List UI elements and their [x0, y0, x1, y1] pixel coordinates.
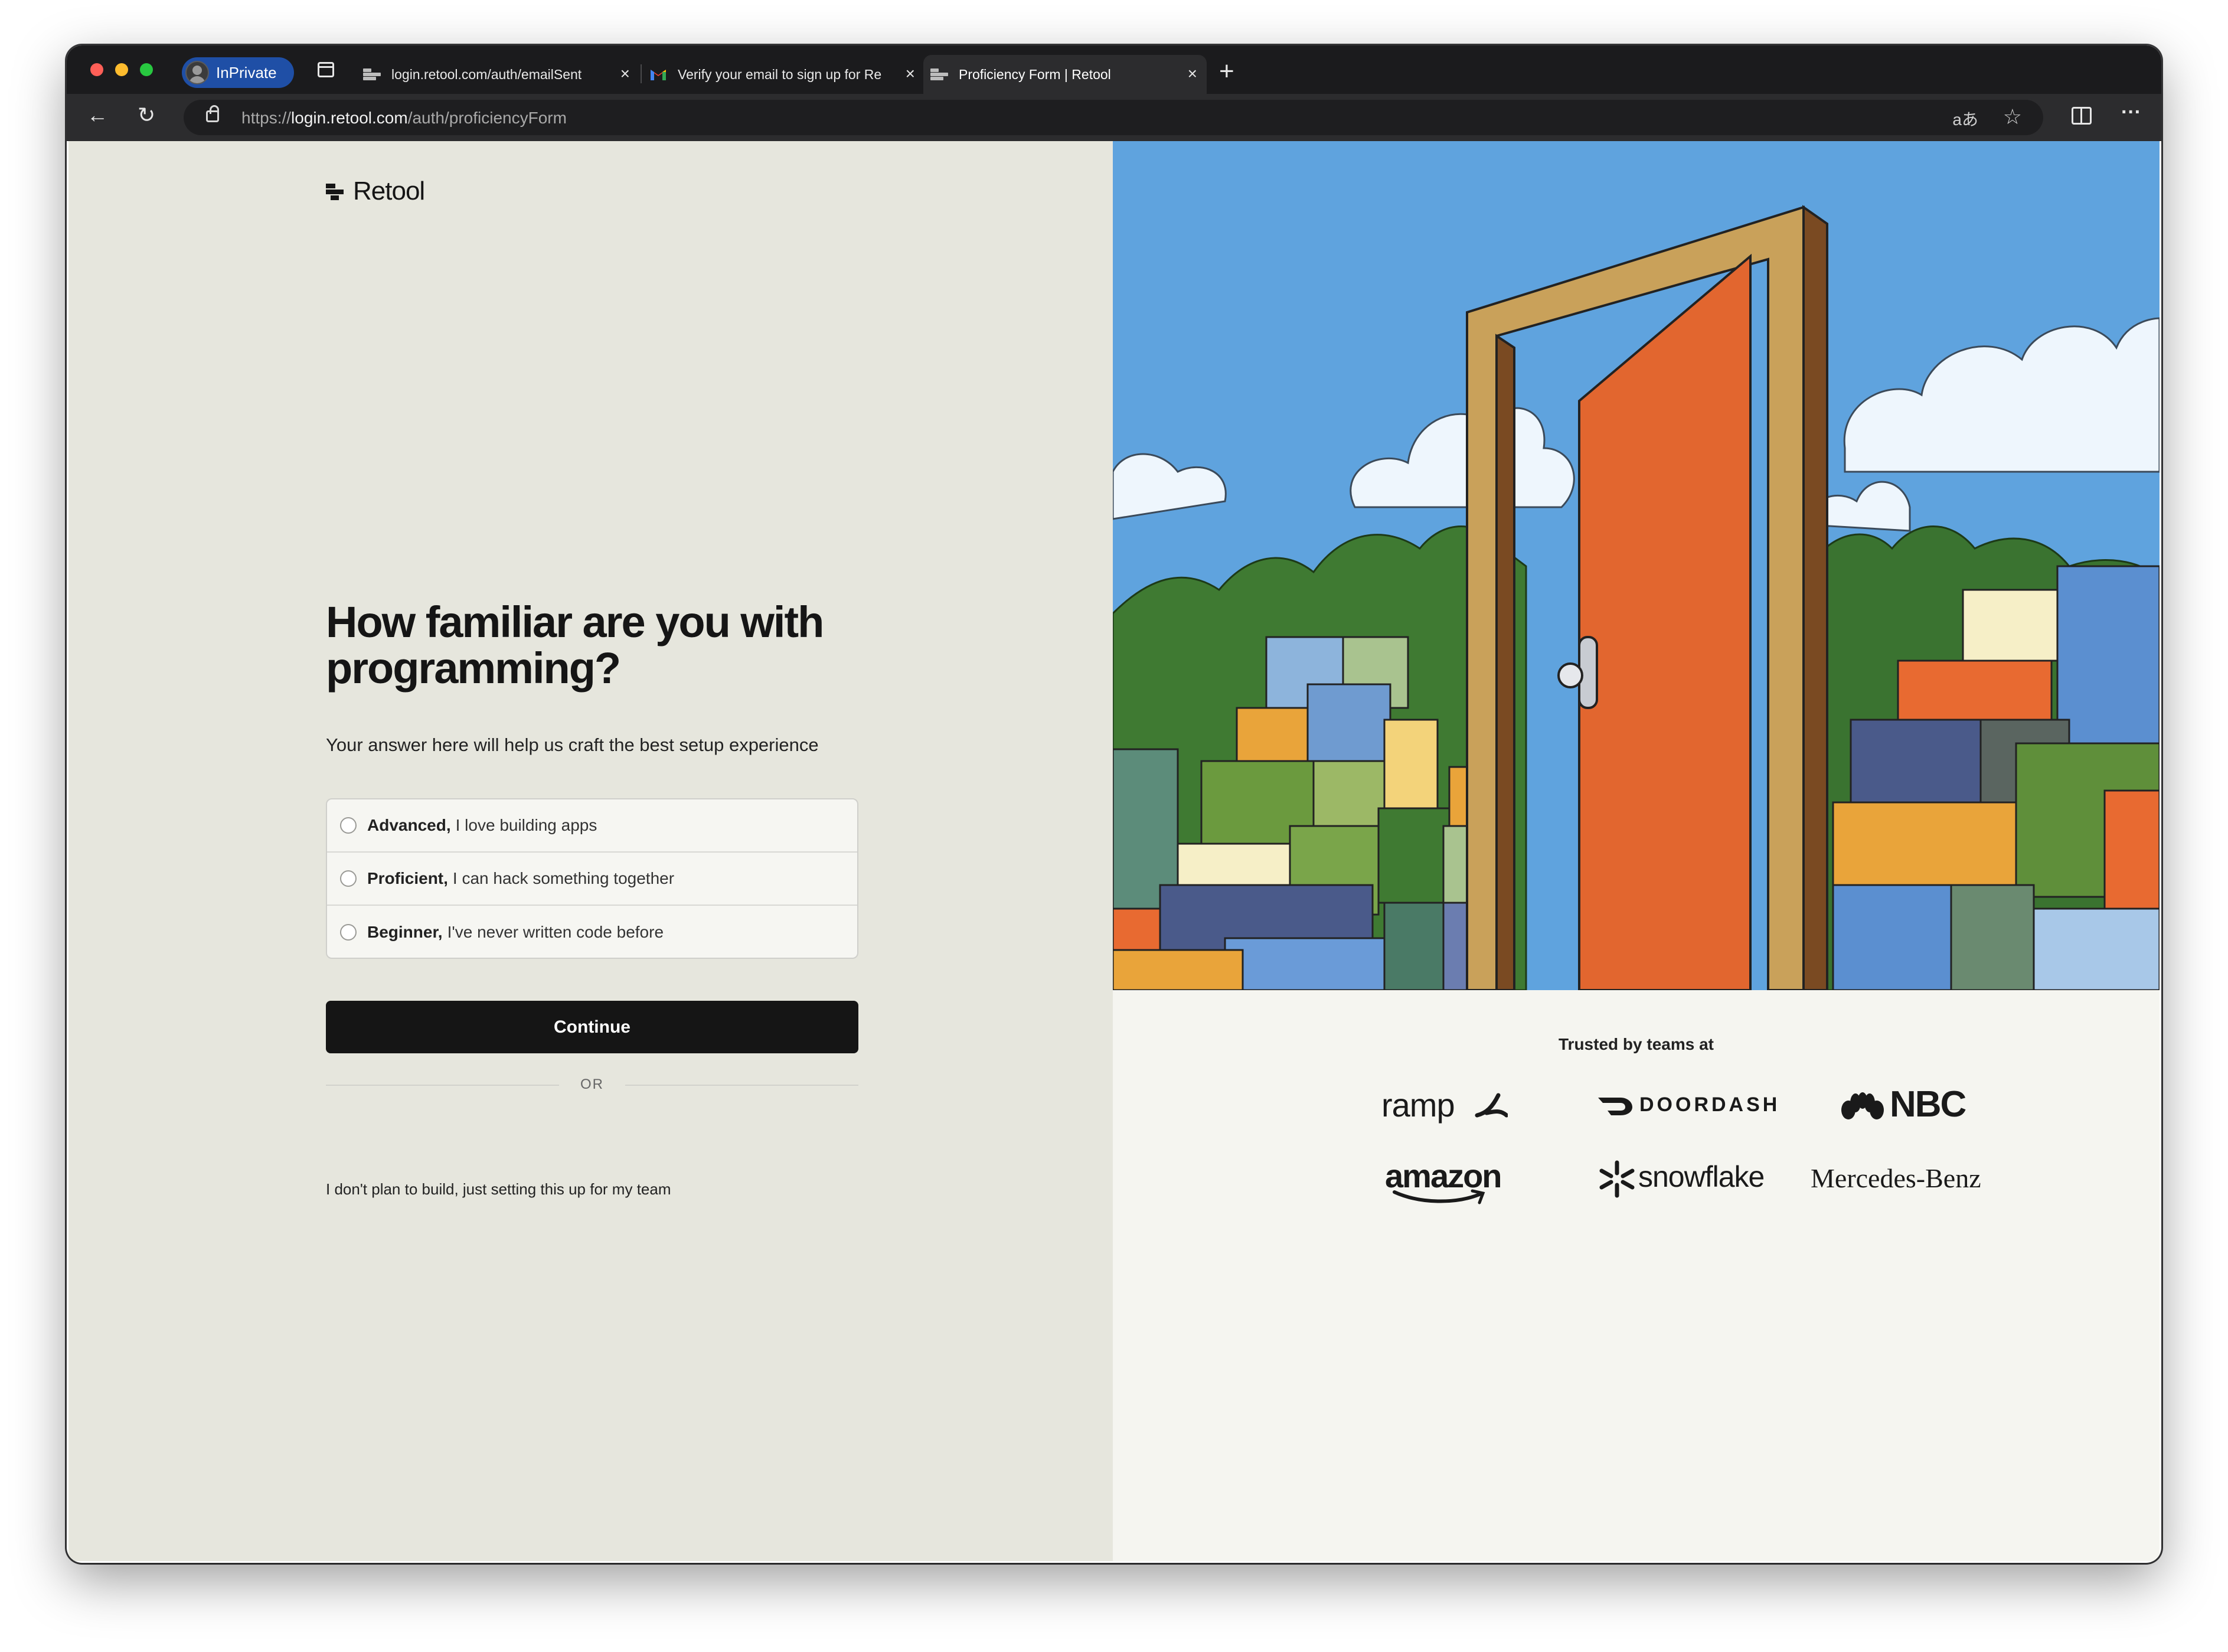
trusted-by-label: Trusted by teams at	[1559, 1035, 1714, 1053]
tab-bar: InPrivate login.retool.com/auth/emailSen…	[67, 45, 2161, 94]
retool-logo[interactable]: Retool	[326, 177, 425, 206]
ramp-logo: ramp	[1381, 1086, 1508, 1124]
minimize-window-button[interactable]	[115, 63, 128, 76]
retool-favicon-icon	[930, 67, 948, 81]
form-panel: Retool How familiar are you with program…	[68, 141, 1113, 1561]
or-label: OR	[580, 1076, 604, 1092]
snowflake-logo: snowflake	[1598, 1160, 1765, 1198]
profile-avatar-icon	[185, 61, 209, 84]
favorite-star-icon[interactable]: ☆	[2003, 105, 2022, 129]
page-content: Retool How familiar are you with program…	[68, 141, 2160, 1561]
mercedes-benz-logo: Mercedes-Benz	[1811, 1163, 1981, 1193]
tab-title: login.retool.com/auth/emailSent	[391, 66, 582, 82]
radio-button[interactable]	[340, 870, 357, 887]
url-text: https://login.retool.com/auth/proficienc…	[241, 109, 567, 127]
split-screen-icon[interactable]	[2072, 107, 2092, 125]
proficiency-options: Advanced, I love building apps Proficien…	[326, 798, 858, 959]
close-window-button[interactable]	[90, 63, 103, 76]
option-bold-label: Proficient,	[367, 869, 448, 887]
tab-gmail-verify[interactable]: Verify your email to sign up for Retool …	[642, 55, 924, 94]
more-options-button[interactable]: ···	[2121, 101, 2141, 124]
tab-email-sent[interactable]: login.retool.com/auth/emailSent ×	[356, 55, 639, 94]
nbc-logo: NBC	[1840, 1083, 1966, 1125]
radio-button[interactable]	[340, 924, 357, 941]
maximize-window-button[interactable]	[140, 63, 153, 76]
radio-button[interactable]	[340, 817, 357, 834]
tab-close-icon[interactable]: ×	[620, 66, 630, 82]
new-tab-button[interactable]: +	[1219, 58, 1234, 84]
option-bold-label: Advanced,	[367, 816, 451, 834]
doordash-dash-icon	[1598, 1098, 1632, 1116]
tab-separator	[641, 64, 642, 83]
translate-icon[interactable]: aあ	[1952, 107, 1978, 130]
tab-title: Verify your email to sign up for Retool	[678, 66, 881, 82]
inprivate-label: InPrivate	[216, 63, 277, 81]
tab-title: Proficiency Form | Retool	[959, 66, 1111, 82]
continue-button[interactable]: Continue	[326, 1001, 858, 1053]
option-bold-label: Beginner,	[367, 923, 443, 941]
page-title: How familiar are you with programming?	[326, 598, 824, 693]
lock-icon[interactable]	[206, 105, 219, 122]
inprivate-profile-button[interactable]: InPrivate	[182, 57, 294, 88]
retool-favicon-icon	[363, 67, 381, 81]
back-button[interactable]: ←	[87, 102, 108, 128]
ramp-arrow-icon	[1475, 1093, 1508, 1118]
option-advanced[interactable]: Advanced, I love building apps	[327, 799, 857, 853]
tab-close-icon[interactable]: ×	[906, 66, 915, 82]
option-beginner[interactable]: Beginner, I've never written code before	[327, 906, 857, 958]
option-label: I love building apps	[455, 816, 597, 834]
amazon-logo: amazon	[1385, 1157, 1502, 1204]
or-divider: OR	[326, 1073, 858, 1096]
tab-actions-icon[interactable]	[318, 62, 334, 77]
skip-building-link[interactable]: I don't plan to build, just setting this…	[326, 1180, 671, 1199]
address-bar[interactable]: https://login.retool.com/auth/proficienc…	[184, 100, 2043, 135]
doordash-logo: DOORDASH	[1597, 1093, 1780, 1116]
retool-mark-icon	[326, 181, 344, 201]
refresh-button[interactable]: ↻	[138, 102, 155, 128]
page-subtitle: Your answer here will help us craft the …	[326, 734, 819, 755]
door-illustration	[1113, 141, 2160, 990]
gmail-favicon-icon	[649, 67, 667, 81]
amazon-smile-icon	[1393, 1189, 1485, 1204]
browser-window: InPrivate login.retool.com/auth/emailSen…	[67, 45, 2161, 1563]
tab-proficiency-form[interactable]: Proficiency Form | Retool ×	[923, 55, 1207, 94]
nbc-peacock-icon	[1841, 1092, 1884, 1119]
logo-text: Retool	[353, 177, 425, 205]
option-label: I can hack something together	[452, 869, 675, 887]
tab-close-icon[interactable]: ×	[1188, 66, 1197, 82]
option-proficient[interactable]: Proficient, I can hack something togethe…	[327, 853, 857, 906]
illustration-svg	[1113, 141, 2160, 990]
snowflake-icon	[1599, 1160, 1635, 1198]
option-label: I've never written code before	[447, 923, 664, 941]
marketing-panel: Trusted by teams at ramp DOORDASH NBC am…	[1113, 141, 2160, 1561]
